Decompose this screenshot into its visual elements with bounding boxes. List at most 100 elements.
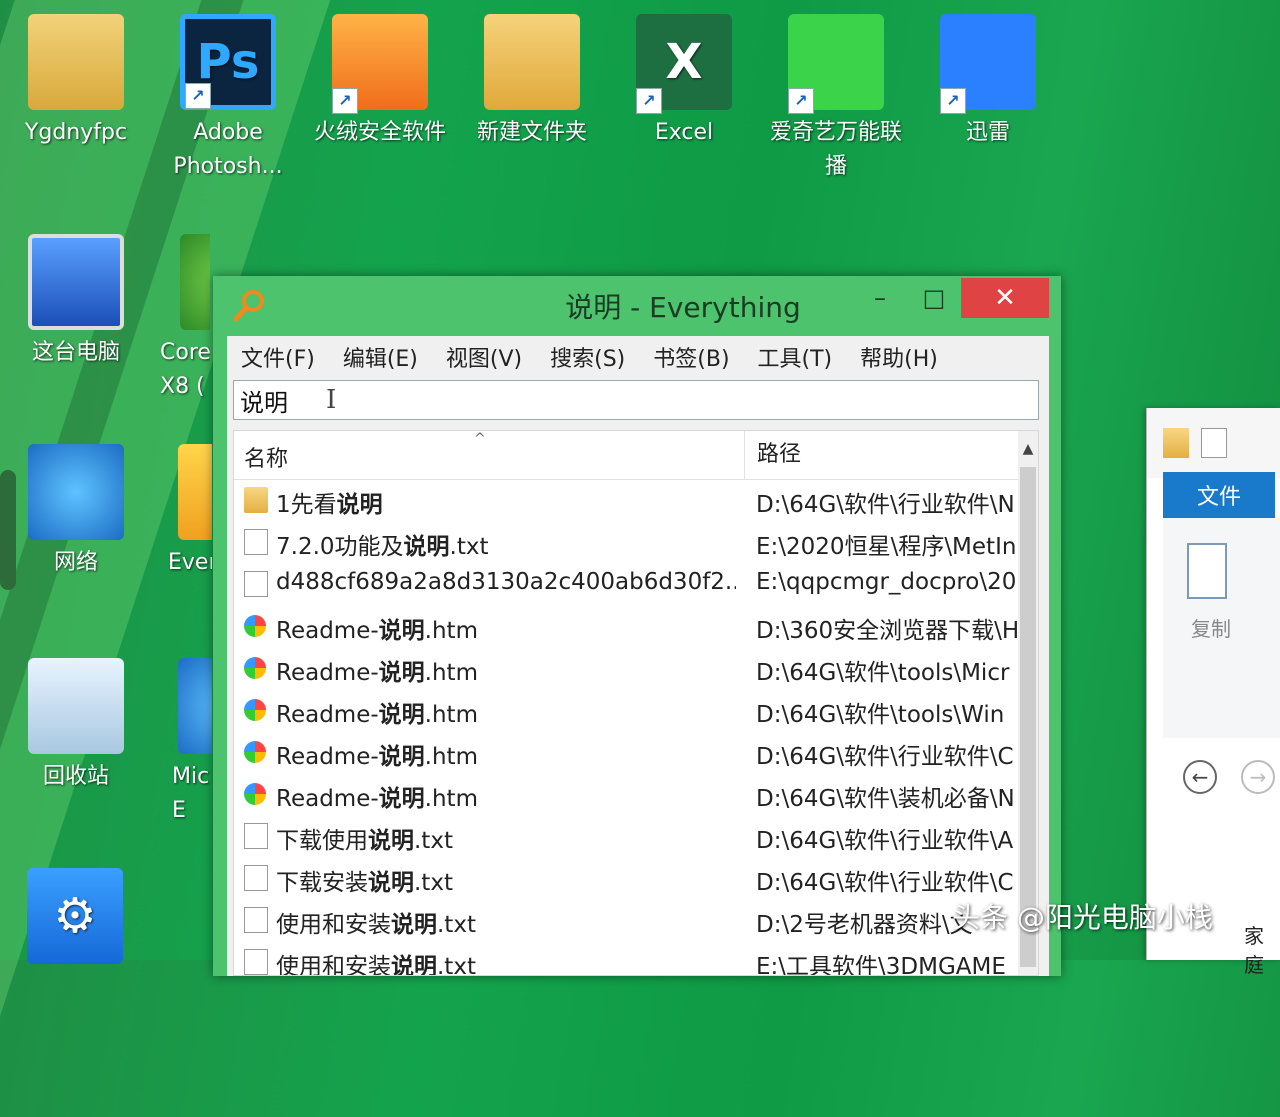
html-file-icon xyxy=(244,657,266,679)
copy-icon[interactable] xyxy=(1187,543,1227,599)
menu-file[interactable]: 文件(F) xyxy=(241,341,315,373)
desktop-icon-this-pc[interactable]: 这台电脑 xyxy=(6,234,146,370)
folder-icon[interactable] xyxy=(1163,428,1189,458)
scrollbar-thumb[interactable] xyxy=(1020,467,1036,967)
desktop-icon-label: Adobe Photosh... xyxy=(173,120,283,179)
folder-icon xyxy=(244,487,268,513)
desktop-icon-excel[interactable]: X ↗ Excel xyxy=(614,14,754,150)
menu-search[interactable]: 搜索(S) xyxy=(550,341,625,373)
result-path: D:\64G\软件\tools\Win xyxy=(756,702,1005,728)
html-file-icon xyxy=(244,741,266,763)
html-file-icon xyxy=(244,783,266,805)
desktop-icon-xunlei[interactable]: ↗ 迅雷 xyxy=(918,14,1058,150)
result-row[interactable]: 1先看说明 D:\64G\软件\行业软件\N xyxy=(234,479,1020,521)
result-row[interactable]: Readme-说明.htm D:\360安全浏览器下载\H xyxy=(234,605,1020,647)
desktop-icon-everything[interactable]: Ever xyxy=(150,444,212,580)
vertical-scrollbar[interactable]: ▲ xyxy=(1018,431,1038,975)
recycle-bin-icon xyxy=(28,658,124,754)
edge-icon xyxy=(178,658,212,754)
result-name: 下载使用说明.txt xyxy=(276,828,453,854)
result-row[interactable]: Readme-说明.htm D:\64G\软件\tools\Micr xyxy=(234,647,1020,689)
result-row[interactable]: 下载安装说明.txt D:\64G\软件\行业软件\C xyxy=(234,857,1020,899)
copy-button-label: 复制 xyxy=(1191,617,1231,641)
result-path: D:\64G\软件\行业软件\C xyxy=(756,870,1014,896)
desktop-icon-label: Core X8 ( xyxy=(160,340,210,399)
everything-window: 说明 - Everything – □ ✕ 文件(F) 编辑(E) 视图(V) … xyxy=(213,276,1061,976)
text-file-icon xyxy=(244,949,268,975)
back-button[interactable]: ← xyxy=(1183,760,1217,794)
list-header: 名称 ^ 路径 xyxy=(234,431,1020,480)
column-header-path[interactable]: 路径 xyxy=(744,431,801,479)
menu-bar: 文件(F) 编辑(E) 视图(V) 搜索(S) 书签(B) 工具(T) 帮助(H… xyxy=(227,336,1049,378)
file-explorer-window: 文件 复制 ← → xyxy=(1146,408,1280,960)
desktop-icon-app[interactable]: ⚙ xyxy=(20,868,130,970)
result-row[interactable]: 下载使用说明.txt D:\64G\软件\行业软件\A xyxy=(234,815,1020,857)
minimize-button[interactable]: – xyxy=(853,278,907,318)
properties-icon[interactable] xyxy=(1201,428,1227,458)
scroll-up-arrow-icon[interactable]: ▲ xyxy=(1018,431,1038,467)
text-file-icon xyxy=(244,907,268,933)
desktop-icon-network[interactable]: 网络 xyxy=(6,444,146,580)
title-bar[interactable]: 说明 - Everything – □ ✕ xyxy=(213,276,1061,336)
maximize-button[interactable]: □ xyxy=(907,278,961,318)
result-path: D:\64G\软件\装机必备\N xyxy=(756,786,1015,812)
result-name: d488cf689a2a8d3130a2c400ab6d30f2... xyxy=(276,569,736,595)
result-name: Readme-说明.htm xyxy=(276,702,478,728)
result-name: Readme-说明.htm xyxy=(276,786,478,812)
desktop-icon-new-folder[interactable]: 新建文件夹 xyxy=(462,14,602,150)
desktop-icon-label: Excel xyxy=(654,120,714,145)
result-path: D:\64G\软件\行业软件\C xyxy=(756,744,1014,770)
desktop-icon-label: 网络 xyxy=(53,550,98,575)
desktop-icon-photoshop[interactable]: Ps ↗ Adobe Photosh... xyxy=(158,14,298,184)
photoshop-icon: Ps ↗ xyxy=(180,14,276,110)
result-name: 7.2.0功能及说明.txt xyxy=(276,534,489,560)
column-header-name[interactable]: 名称 xyxy=(244,441,288,473)
menu-tools[interactable]: 工具(T) xyxy=(758,341,833,373)
folder-icon xyxy=(484,14,580,110)
menu-bookmarks[interactable]: 书签(B) xyxy=(653,341,729,373)
result-path: E:\2020恒星\程序\MetIn xyxy=(756,534,1017,560)
result-path: E:\qqpcmgr_docpro\20 xyxy=(756,569,1017,595)
ribbon-tab-file[interactable]: 文件 xyxy=(1163,472,1275,518)
desktop-icon-label: 迅雷 xyxy=(965,120,1010,145)
menu-help[interactable]: 帮助(H) xyxy=(860,341,938,373)
result-name: Readme-说明.htm xyxy=(276,618,478,644)
menu-edit[interactable]: 编辑(E) xyxy=(343,341,418,373)
network-icon xyxy=(28,444,124,540)
result-row[interactable]: Readme-说明.htm D:\64G\软件\行业软件\C xyxy=(234,731,1020,773)
text-cursor-icon: I xyxy=(326,385,337,415)
menu-view[interactable]: 视图(V) xyxy=(446,341,522,373)
quick-access-toolbar xyxy=(1147,408,1280,478)
huorong-icon: ↗ xyxy=(332,14,428,114)
result-path: E:\工具软件\3DMGAME xyxy=(756,954,1006,976)
desktop-icon-label: Mic E xyxy=(172,764,210,823)
shortcut-arrow-icon: ↗ xyxy=(940,88,966,114)
desktop-icon-label: 新建文件夹 xyxy=(476,120,587,145)
desktop-icon-huorong[interactable]: ↗ 火绒安全软件 xyxy=(310,14,450,150)
html-file-icon xyxy=(244,615,266,637)
html-file-icon xyxy=(244,699,266,721)
desktop-icon-corel[interactable]: Core X8 ( xyxy=(150,234,210,404)
result-row[interactable]: 使用和安装说明.txt E:\工具软件\3DMGAME xyxy=(234,941,1020,976)
desktop-icon-edge[interactable]: Mic E xyxy=(150,658,212,828)
result-row[interactable]: Readme-说明.htm D:\64G\软件\tools\Win xyxy=(234,689,1020,731)
desktop-icon-recycle-bin[interactable]: 回收站 xyxy=(6,658,146,794)
desktop-icon-label: 火绒安全软件 xyxy=(313,120,446,145)
result-row[interactable]: Readme-说明.htm D:\64G\软件\装机必备\N xyxy=(234,773,1020,815)
file-icon xyxy=(244,571,268,597)
everything-shortcut-icon xyxy=(178,444,212,540)
result-row[interactable]: d488cf689a2a8d3130a2c400ab6d30f2... E:\qq… xyxy=(234,563,1020,605)
desktop-icon-label: 这台电脑 xyxy=(31,340,120,365)
result-row[interactable]: 7.2.0功能及说明.txt E:\2020恒星\程序\MetIn xyxy=(234,521,1020,563)
sort-ascending-icon: ^ xyxy=(474,431,486,447)
desktop-icon-ygdnyfpc[interactable]: Ygdnyfpc xyxy=(6,14,146,150)
close-button[interactable]: ✕ xyxy=(961,278,1049,318)
window-client: 文件(F) 编辑(E) 视图(V) 搜索(S) 书签(B) 工具(T) 帮助(H… xyxy=(227,336,1049,976)
result-name: 使用和安装说明.txt xyxy=(276,912,476,938)
desktop-icon-iqiyi[interactable]: ↗ 爱奇艺万能联播 xyxy=(766,14,906,184)
result-row[interactable]: 使用和安装说明.txt D:\2号老机器资料\文 xyxy=(234,899,1020,941)
shortcut-arrow-icon: ↗ xyxy=(788,88,814,114)
forward-button[interactable]: → xyxy=(1241,760,1275,794)
this-pc-icon xyxy=(28,234,124,330)
search-input[interactable]: 说明 I xyxy=(233,380,1039,420)
